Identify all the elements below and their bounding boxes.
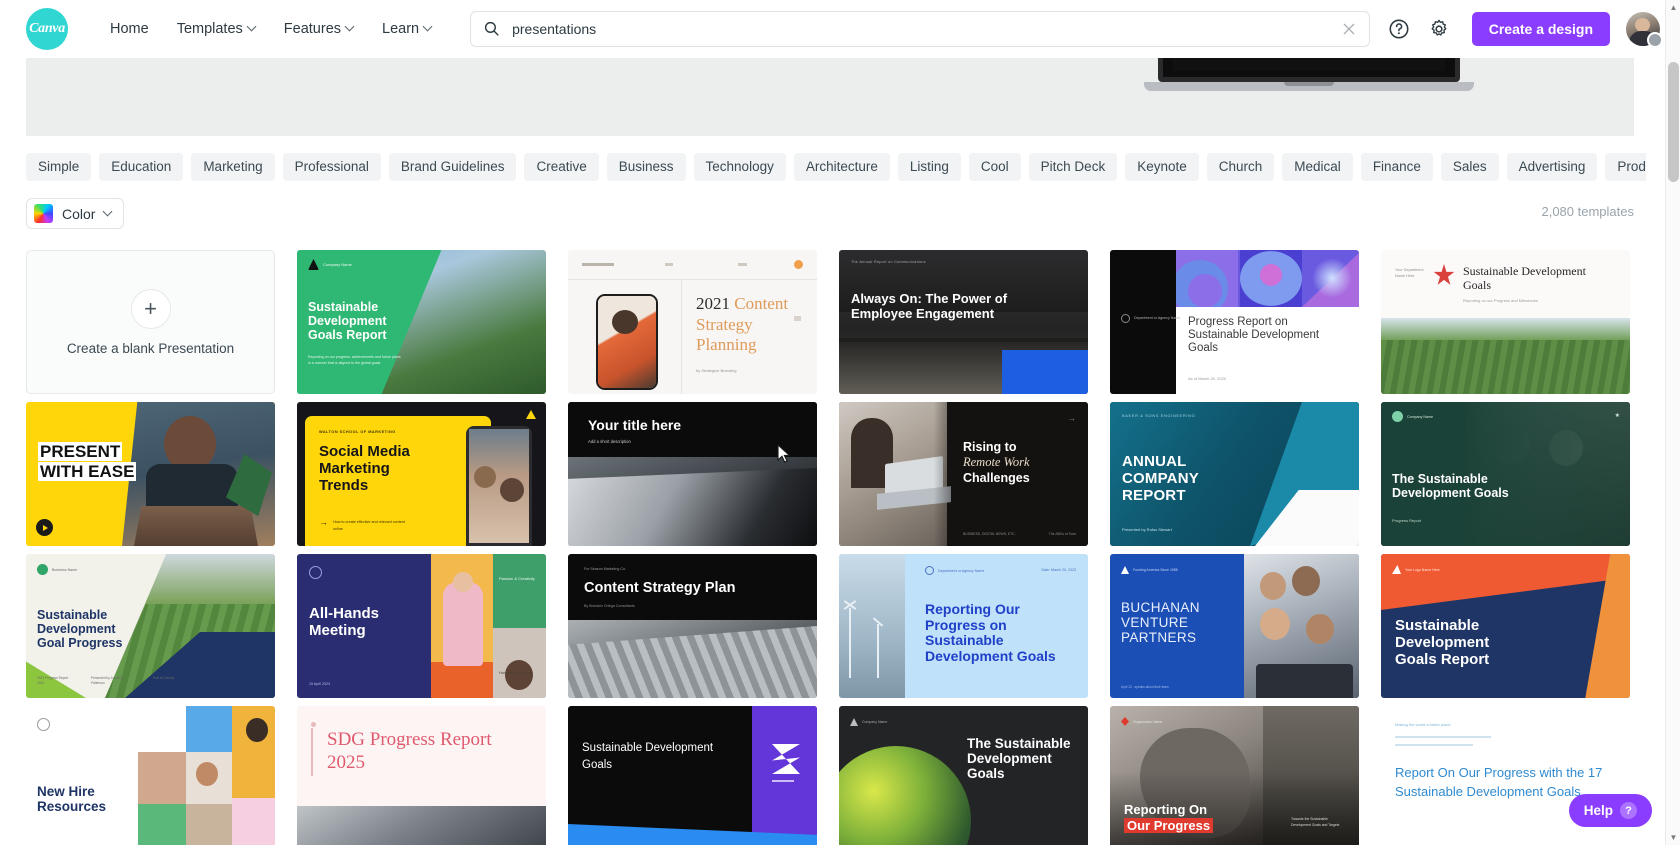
category-chip[interactable]: Technology xyxy=(693,153,786,181)
mouse-cursor xyxy=(777,444,791,463)
category-chip[interactable]: Brand Guidelines xyxy=(388,153,517,181)
category-chip[interactable]: Professional xyxy=(282,153,381,181)
scroll-down-arrow[interactable]: ▼ xyxy=(1666,830,1680,845)
category-chip[interactable]: Product xyxy=(1605,153,1646,181)
template-card[interactable]: Business Name Sustainable Development Go… xyxy=(26,554,275,698)
nav-label-templates: Templates xyxy=(176,20,243,37)
template-card[interactable]: Your Logo Name Here Sustainable Developm… xyxy=(1381,554,1630,698)
nav-item-templates[interactable]: Templates xyxy=(163,13,270,45)
top-navigation-bar: Canva Home Templates Features Learn pres… xyxy=(0,0,1680,58)
template-card[interactable]: Funding America Since 1985 BUCHANAN VENT… xyxy=(1110,554,1359,698)
help-button[interactable]: Help ? xyxy=(1568,794,1652,827)
laptop-screen xyxy=(1158,58,1460,82)
template-card[interactable]: Your Department Name Here Sustainable De… xyxy=(1381,250,1630,394)
filter-row: Color 2,080 templates xyxy=(26,198,1634,230)
template-card[interactable]: WALTON SCHOOL OF MARKETING Social Media … xyxy=(297,402,546,546)
category-chip[interactable]: Education xyxy=(99,153,184,181)
category-chip[interactable]: Advertising xyxy=(1506,153,1598,181)
gear-icon[interactable] xyxy=(1428,18,1450,40)
category-chip[interactable]: Sales xyxy=(1440,153,1499,181)
category-chip[interactable]: Business xyxy=(606,153,686,181)
plus-icon: + xyxy=(130,288,171,329)
chevron-down-icon xyxy=(424,23,432,31)
template-card[interactable]: Department or Agency Name Date: March 20… xyxy=(839,554,1088,698)
template-card[interactable]: Company Name The Sustainable Development… xyxy=(839,706,1088,845)
nav-item-learn[interactable]: Learn xyxy=(368,13,446,45)
help-button-label: Help xyxy=(1583,803,1613,818)
chevron-down-icon xyxy=(346,23,354,31)
template-card[interactable]: All-Hands Meeting 15 April 2023 Passion … xyxy=(297,554,546,698)
color-wheel-icon xyxy=(34,204,53,223)
category-chip[interactable]: Finance xyxy=(1360,153,1433,181)
help-circle-icon[interactable] xyxy=(1388,18,1410,40)
canva-logo[interactable]: Canva xyxy=(26,7,68,50)
category-chip[interactable]: Pitch Deck xyxy=(1028,153,1118,181)
nav-item-features[interactable]: Features xyxy=(270,13,368,45)
template-card[interactable]: BAKER & SONS ENGINEERING ANNUAL COMPANY … xyxy=(1110,402,1359,546)
page-scrollbar[interactable]: ▲ ▼ xyxy=(1665,0,1680,845)
scroll-up-arrow[interactable]: ▲ xyxy=(1666,0,1680,15)
laptop-notch xyxy=(1284,82,1334,86)
category-chip[interactable]: Simple xyxy=(26,153,92,181)
search-area xyxy=(470,10,1370,47)
create-blank-label: Create a blank Presentation xyxy=(66,340,235,356)
category-chip[interactable]: Creative xyxy=(524,153,599,181)
chevron-down-icon xyxy=(104,208,112,216)
category-chip[interactable]: Cool xyxy=(968,153,1021,181)
templates-count: 2,080 templates xyxy=(1541,204,1634,219)
category-chip[interactable]: Listing xyxy=(897,153,961,181)
nav-label-home: Home xyxy=(110,20,149,37)
category-chip[interactable]: Church xyxy=(1206,153,1275,181)
user-avatar[interactable] xyxy=(1626,11,1663,48)
category-chip[interactable]: Marketing xyxy=(191,153,275,181)
nav-item-home[interactable]: Home xyxy=(96,13,163,45)
category-chip[interactable]: Keynote xyxy=(1125,153,1199,181)
hero-banner xyxy=(26,58,1634,136)
close-icon[interactable] xyxy=(1341,21,1357,37)
template-grid: + Create a blank Presentation Company Nam… xyxy=(26,250,1646,845)
color-filter-dropdown[interactable]: Color xyxy=(26,198,125,229)
laptop-slide-dark xyxy=(1173,58,1445,71)
category-chip[interactable]: Medical xyxy=(1282,153,1353,181)
create-blank-presentation-card[interactable]: + Create a blank Presentation xyxy=(26,250,275,394)
template-card[interactable]: SDG Progress Report 2025 xyxy=(297,706,546,845)
main-nav: Home Templates Features Learn xyxy=(96,13,446,45)
search-icon xyxy=(485,21,499,36)
category-chip[interactable]: Architecture xyxy=(793,153,890,181)
template-card[interactable]: Sustainable Development Goals xyxy=(568,706,817,845)
scrollbar-thumb[interactable] xyxy=(1668,62,1679,182)
nav-label-learn: Learn xyxy=(382,20,420,37)
template-card[interactable]: The Annual Report on Communications Alwa… xyxy=(839,250,1088,394)
search-input[interactable] xyxy=(512,20,1341,37)
template-card[interactable]: Department or Agency Name Progress Repor… xyxy=(1110,250,1359,394)
chevron-down-icon xyxy=(248,23,256,31)
create-a-design-button[interactable]: Create a design xyxy=(1471,11,1610,46)
template-card[interactable]: Your title here Add a short description xyxy=(568,402,817,546)
canva-templates-page: Canva Home Templates Features Learn pres… xyxy=(0,0,1680,845)
template-card[interactable]: Company Name Sustainable Development Goa… xyxy=(297,250,546,394)
template-card[interactable]: Rising to Remote Work Challenges BUSINES… xyxy=(839,402,1088,546)
template-card[interactable]: For Season Marketing Co. Content Strateg… xyxy=(568,554,817,698)
color-filter-label: Color xyxy=(62,205,96,222)
laptop-illustration xyxy=(1144,58,1474,106)
template-card[interactable]: PRESENT WITH EASE xyxy=(26,402,275,546)
template-card[interactable]: Company Name The Sustainable Development… xyxy=(1381,402,1630,546)
nav-label-features: Features xyxy=(283,20,342,37)
avatar-badge xyxy=(1647,31,1663,48)
search-box[interactable] xyxy=(470,10,1370,47)
template-card[interactable]: 2021 Content Strategy Planning by Strate… xyxy=(568,250,817,394)
canva-logo-text: Canva xyxy=(29,20,65,36)
template-card[interactable]: Organisation Name Reporting On Our Progre… xyxy=(1110,706,1359,845)
category-chips: Simple Education Marketing Professional Bran… xyxy=(26,152,1646,182)
template-card[interactable]: New Hire Resources xyxy=(26,706,275,845)
question-mark-icon: ? xyxy=(1620,802,1637,819)
